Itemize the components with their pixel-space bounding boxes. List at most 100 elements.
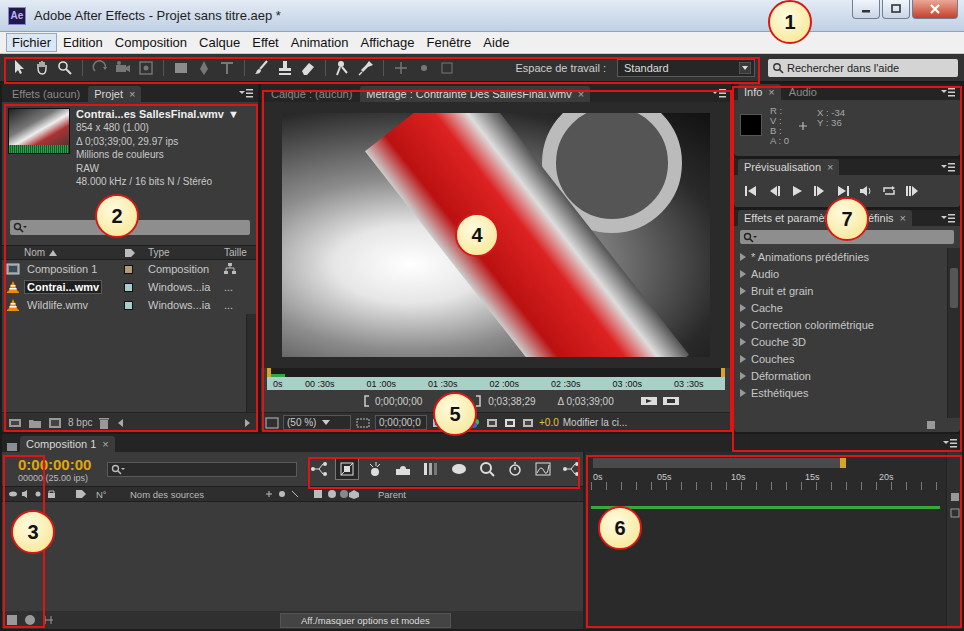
project-item[interactable]: Composition 1Composition — [2, 260, 258, 278]
tab-label[interactable]: Effets et paramètres prédéfinis — [744, 212, 894, 224]
mini-flowchart-icon[interactable] — [307, 458, 331, 480]
last-frame-icon[interactable] — [836, 184, 850, 198]
tab-close-button[interactable]: × — [102, 438, 108, 450]
motion-blur-icon[interactable] — [419, 458, 443, 480]
draft-3d-icon[interactable] — [335, 458, 359, 480]
expand-arrow-icon[interactable] — [740, 372, 746, 380]
dropdown-arrow-icon[interactable] — [739, 62, 751, 74]
dropdown-arrow-icon[interactable] — [322, 420, 330, 426]
column-size[interactable]: Taille — [224, 247, 258, 258]
first-frame-icon[interactable] — [744, 184, 758, 198]
scrollbar-thumb[interactable] — [950, 268, 958, 308]
panel-menu-icon[interactable] — [940, 87, 956, 97]
panel-tab[interactable]: Composition 1 × — [20, 436, 115, 452]
time-navigator[interactable] — [593, 458, 846, 468]
audio-icon[interactable] — [859, 184, 873, 198]
text-tool-icon[interactable] — [218, 59, 236, 77]
ripple-insert-icon[interactable] — [640, 395, 658, 407]
scrollbar[interactable] — [947, 248, 960, 418]
menu-item[interactable]: Fichier — [6, 33, 57, 52]
hand-tool-icon[interactable] — [33, 59, 51, 77]
current-time-display[interactable]: 0:00:00:0000000 (25.00 ips) — [18, 456, 107, 483]
magnification-dropdown[interactable]: (50 %) — [283, 415, 351, 430]
effect-category[interactable]: Esthétiques — [734, 384, 947, 401]
effect-category[interactable]: Couche 3D — [734, 333, 947, 350]
mini-flowchart-icon[interactable] — [559, 458, 583, 480]
expand-arrow-icon[interactable] — [740, 270, 746, 278]
panel-menu-icon[interactable] — [940, 162, 956, 172]
panel-tab[interactable]: Effets et paramètres prédéfinis × — [738, 210, 912, 226]
effects-search[interactable] — [740, 230, 954, 244]
puppet-pin-tool-icon[interactable] — [357, 59, 375, 77]
panel-menu-icon[interactable] — [940, 213, 956, 223]
tab-close-button[interactable]: × — [578, 88, 584, 100]
help-search[interactable] — [768, 59, 958, 77]
pan-behind-tool-icon[interactable] — [137, 59, 155, 77]
always-preview-icon[interactable] — [265, 417, 279, 429]
current-time[interactable]: 0;00;00;0 — [379, 417, 421, 428]
comp-marker-icon[interactable] — [950, 508, 960, 518]
panel-tab[interactable]: Effets (aucun) — [6, 86, 86, 102]
previous-frame-icon[interactable] — [767, 184, 781, 198]
effect-category[interactable]: Correction colorimétrique — [734, 316, 947, 333]
safe-margins-icon[interactable] — [355, 417, 371, 429]
menu-item[interactable]: Aide — [477, 33, 515, 52]
project-search[interactable] — [10, 220, 250, 235]
graph-editor-icon[interactable] — [531, 458, 555, 480]
world-axis-icon[interactable] — [415, 59, 433, 77]
expand-arrow-icon[interactable] — [740, 253, 746, 261]
show-snapshot-icon[interactable] — [449, 417, 463, 429]
rotate-tool-icon[interactable] — [91, 59, 109, 77]
flowchart-icon[interactable] — [224, 263, 258, 275]
tab-label[interactable]: Effets (aucun) — [12, 88, 80, 100]
menu-item[interactable]: Edition — [57, 33, 109, 52]
current-time-field[interactable]: 0;00;00;0 — [375, 415, 427, 430]
exposure-value[interactable]: +0.0 — [539, 417, 559, 428]
tab-label[interactable]: Composition 1 — [26, 438, 96, 450]
help-search-input[interactable] — [787, 62, 958, 74]
project-item[interactable]: Wildlife.wmvWindows...ia... — [2, 296, 258, 314]
panel-tab[interactable]: Prévisualisation × — [738, 159, 839, 175]
tab-label[interactable]: Métrage : Contrainte Des SallesFinal.wmv — [366, 88, 571, 100]
expand-arrow-icon[interactable] — [740, 355, 746, 363]
effect-category[interactable]: Couches — [734, 350, 947, 367]
panel-tab[interactable]: Audio — [783, 84, 823, 100]
in-out-toggle-icon[interactable] — [42, 614, 54, 626]
panel-menu-icon[interactable] — [942, 438, 958, 448]
color-depth-label[interactable]: 8 bpc — [68, 417, 92, 428]
scroll-left-icon[interactable] — [116, 417, 126, 429]
overlay-edit-icon[interactable] — [662, 395, 680, 407]
current-time[interactable]: 0:00:00:00 — [18, 456, 107, 473]
column-parent[interactable]: Parent — [378, 489, 406, 500]
column-name[interactable]: Nom — [24, 247, 124, 258]
item-name[interactable]: Composition 1 — [24, 262, 100, 276]
time-navigator[interactable] — [267, 368, 725, 377]
toggle-switches-modes-button[interactable]: Aff./masquer options et modes — [280, 613, 451, 628]
tab-label[interactable]: Prévisualisation — [744, 161, 821, 173]
brainstorm-icon[interactable] — [447, 458, 471, 480]
scroll-right-icon[interactable] — [242, 417, 252, 429]
panel-tab[interactable]: Projet× — [88, 86, 141, 102]
loop-icon[interactable] — [882, 184, 896, 198]
play-icon[interactable] — [790, 184, 804, 198]
file-menu-arrow[interactable]: ▼ — [228, 108, 239, 121]
view-axis-icon[interactable] — [438, 59, 456, 77]
expand-arrow-icon[interactable] — [740, 304, 746, 312]
column-label[interactable]: Nom — [24, 247, 45, 258]
brush-tool-icon[interactable] — [253, 59, 271, 77]
project-item[interactable]: Contrai...wmvWindows...ia... — [2, 278, 258, 296]
tab-close-button[interactable]: × — [768, 86, 774, 98]
close-button[interactable] — [912, 0, 958, 19]
next-frame-icon[interactable] — [813, 184, 827, 198]
layer-switches-toggle-icon[interactable] — [6, 614, 18, 626]
maximize-button[interactable] — [882, 0, 910, 19]
item-name[interactable]: Contrai...wmv — [24, 280, 102, 294]
column-type[interactable]: Type — [148, 247, 224, 258]
menu-item[interactable]: Calque — [193, 33, 246, 52]
time-ruler[interactable]: 0s00 :30s01 :00s01 :30s02 :00s02 :30s03 … — [267, 377, 725, 390]
expand-arrow-icon[interactable] — [740, 338, 746, 346]
transparency-grid-icon[interactable] — [503, 417, 517, 429]
tab-close-button[interactable]: × — [827, 161, 833, 173]
column-number[interactable]: N° — [96, 489, 126, 500]
tab-close-button[interactable]: × — [900, 212, 906, 224]
